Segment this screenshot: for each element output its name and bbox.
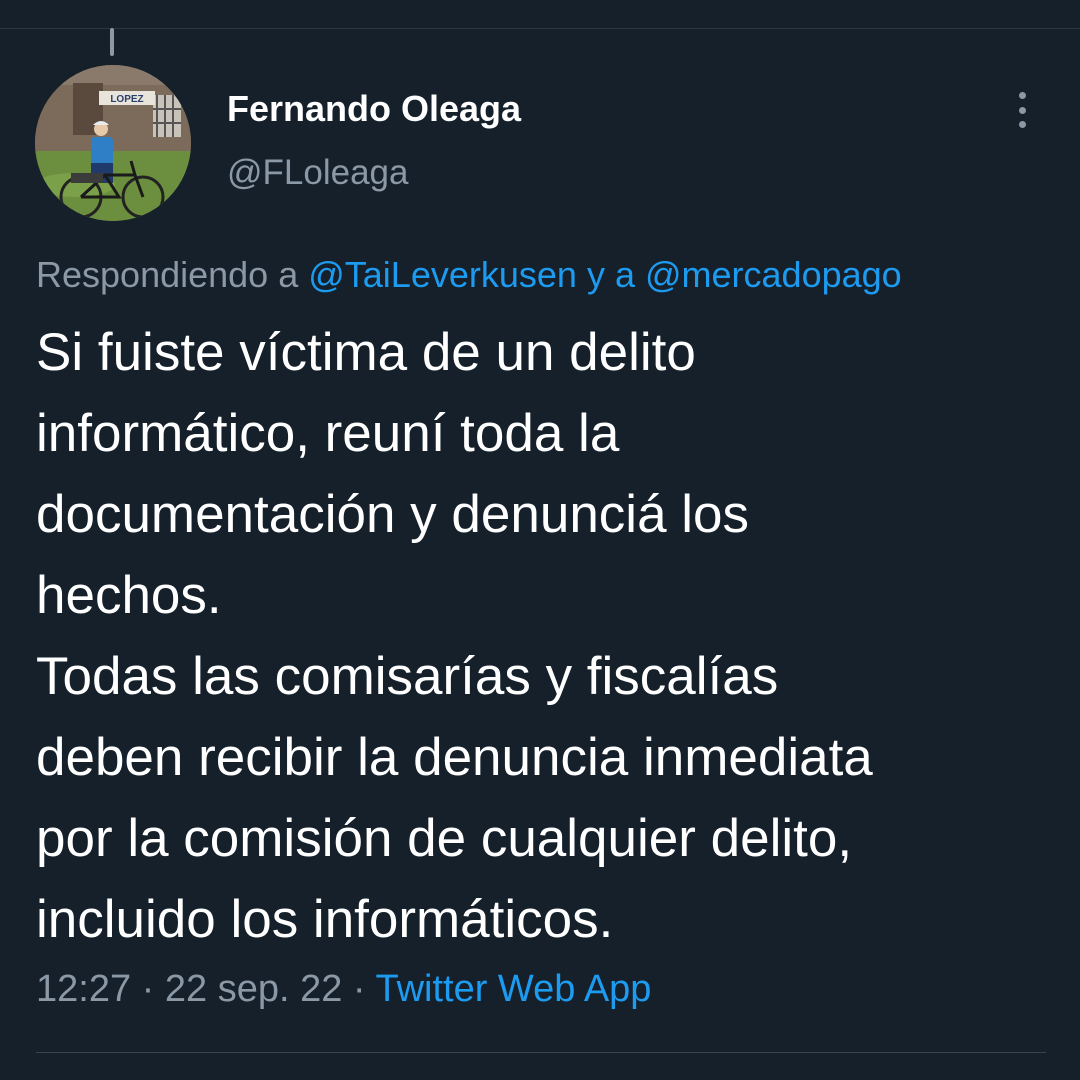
tweet-text: Si fuiste víctima de un delito informáti… — [36, 312, 1046, 960]
more-vertical-icon — [1018, 106, 1026, 114]
tweet-text-line: informático, reuní toda la — [36, 404, 620, 463]
tweet-source-link[interactable]: Twitter Web App — [375, 968, 651, 1010]
replying-to: Respondiendo a @TaiLeverkusen y a @merca… — [36, 254, 902, 296]
tweet-metadata: 12:27 · 22 sep. 22 · Twitter Web App — [36, 968, 651, 1011]
tweet-text-line: por la comisión de cualquier delito, — [36, 809, 853, 868]
bottom-divider — [36, 1052, 1046, 1053]
mention-link[interactable]: @TaiLeverkusen — [308, 254, 577, 295]
more-vertical-icon — [1018, 92, 1026, 99]
more-vertical-icon — [1018, 121, 1026, 128]
tweet-text-line: Todas las comisarías y fiscalías — [36, 647, 779, 706]
author-display-name[interactable]: Fernando Oleaga — [227, 88, 521, 130]
replying-joiner: y a — [586, 254, 635, 295]
thread-connector-line — [110, 28, 114, 56]
mention-link[interactable]: @mercadopago — [645, 254, 902, 295]
tweet-date[interactable]: 22 sep. 22 — [165, 968, 342, 1010]
meta-separator: · — [352, 968, 366, 1010]
avatar-sign: LOPEZ — [110, 94, 143, 105]
tweet-text-line: documentación y denunciá los — [36, 485, 750, 544]
top-divider — [0, 28, 1080, 29]
tweet-text-line: Si fuiste víctima de un delito — [36, 323, 696, 382]
avatar-photo: LOPEZ — [35, 65, 191, 221]
tweet-text-line: deben recibir la denuncia inmediata — [36, 728, 873, 787]
tweet-text-line: hechos. — [36, 566, 222, 625]
tweet-text-line: incluido los informáticos. — [36, 890, 614, 949]
tweet-detail: LOPEZ Fernando Oleaga @FLoleaga Respondi… — [0, 0, 1080, 1080]
author-handle[interactable]: @FLoleaga — [227, 153, 408, 193]
replying-prefix: Respondiendo a — [36, 254, 299, 295]
tweet-time[interactable]: 12:27 — [36, 968, 131, 1010]
meta-separator: · — [141, 968, 155, 1010]
more-options-button[interactable] — [1002, 88, 1042, 132]
avatar[interactable]: LOPEZ — [35, 65, 191, 221]
